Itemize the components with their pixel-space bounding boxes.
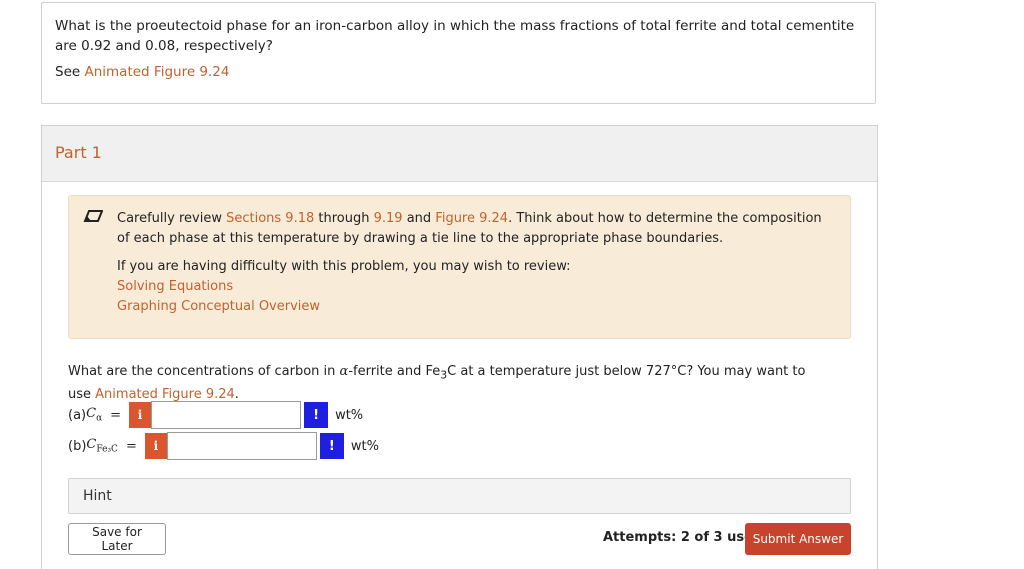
question-card: What is the proeutectoid phase for an ir… xyxy=(41,2,876,104)
see-line: See Animated Figure 9.24 xyxy=(55,64,862,80)
figure-924-link[interactable]: Figure 9.24 xyxy=(435,211,508,226)
c-alpha-sub: α xyxy=(96,413,103,424)
answer-row-b: (b) CFe₃C = i ! wt% xyxy=(68,432,379,460)
sections-918-link[interactable]: Sections 9.18 xyxy=(226,211,314,226)
info-button-b[interactable]: i xyxy=(144,433,167,459)
c-alpha-var: C xyxy=(86,406,97,422)
solving-equations-link[interactable]: Solving Equations xyxy=(117,279,233,294)
answer-row-a: (a) Cα = i ! wt% xyxy=(68,401,363,429)
warning-button-b[interactable]: ! xyxy=(319,433,344,459)
equals-sign: = xyxy=(125,438,137,454)
c-alpha-symbol: Cα xyxy=(86,406,102,424)
see-prefix: See xyxy=(55,64,85,80)
review-text-2: through xyxy=(314,211,374,226)
part-card: Part 1 Carefully review Sections 9.18 th… xyxy=(41,125,878,569)
c-fe3c-var: C xyxy=(86,437,97,453)
review-text: Carefully review Sections 9.18 through 9… xyxy=(117,209,838,249)
alpha-symbol: α xyxy=(339,364,349,379)
animated-figure-link[interactable]: Animated Figure 9.24 xyxy=(84,64,229,80)
difficulty-text: If you are having difficulty with this p… xyxy=(117,259,571,274)
answer-a-input[interactable] xyxy=(151,401,302,429)
section-919-link[interactable]: 9.19 xyxy=(374,211,403,226)
answer-b-input[interactable] xyxy=(166,432,317,460)
question-prompt: What are the concentrations of carbon in… xyxy=(68,362,828,404)
prompt-text-1: What are the concentrations of carbon in xyxy=(68,364,340,379)
info-button-a[interactable]: i xyxy=(129,402,152,428)
save-for-later-button[interactable]: Save for Later xyxy=(68,523,166,555)
equals-sign: = xyxy=(110,407,122,423)
graphing-overview-link[interactable]: Graphing Conceptual Overview xyxy=(117,299,320,314)
answer-a-label: (a) xyxy=(68,407,87,423)
part-title: Part 1 xyxy=(42,126,877,182)
c-fe3c-sub: Fe₃C xyxy=(96,444,118,455)
question-text: What is the proeutectoid phase for an ir… xyxy=(55,18,855,54)
c-fe3c-symbol: CFe₃C xyxy=(86,437,118,455)
prompt-text-4: . xyxy=(234,386,239,402)
review-text-1: Carefully review xyxy=(117,211,227,226)
attempts-counter: Attempts: 2 of 3 used xyxy=(603,530,763,545)
warning-button-a[interactable]: ! xyxy=(304,402,329,428)
answer-b-label: (b) xyxy=(68,438,87,454)
review-text-3: and xyxy=(402,211,436,226)
prompt-figure-link[interactable]: Animated Figure 9.24 xyxy=(95,387,235,402)
review-box: Carefully review Sections 9.18 through 9… xyxy=(68,195,851,339)
submit-answer-button[interactable]: Submit Answer xyxy=(745,523,851,555)
hint-toggle[interactable]: Hint xyxy=(68,478,851,514)
pencil-icon xyxy=(83,210,103,222)
prompt-text-2: -ferrite and Fe xyxy=(348,364,441,379)
unit-a: wt% xyxy=(335,407,364,423)
unit-b: wt% xyxy=(350,438,379,454)
